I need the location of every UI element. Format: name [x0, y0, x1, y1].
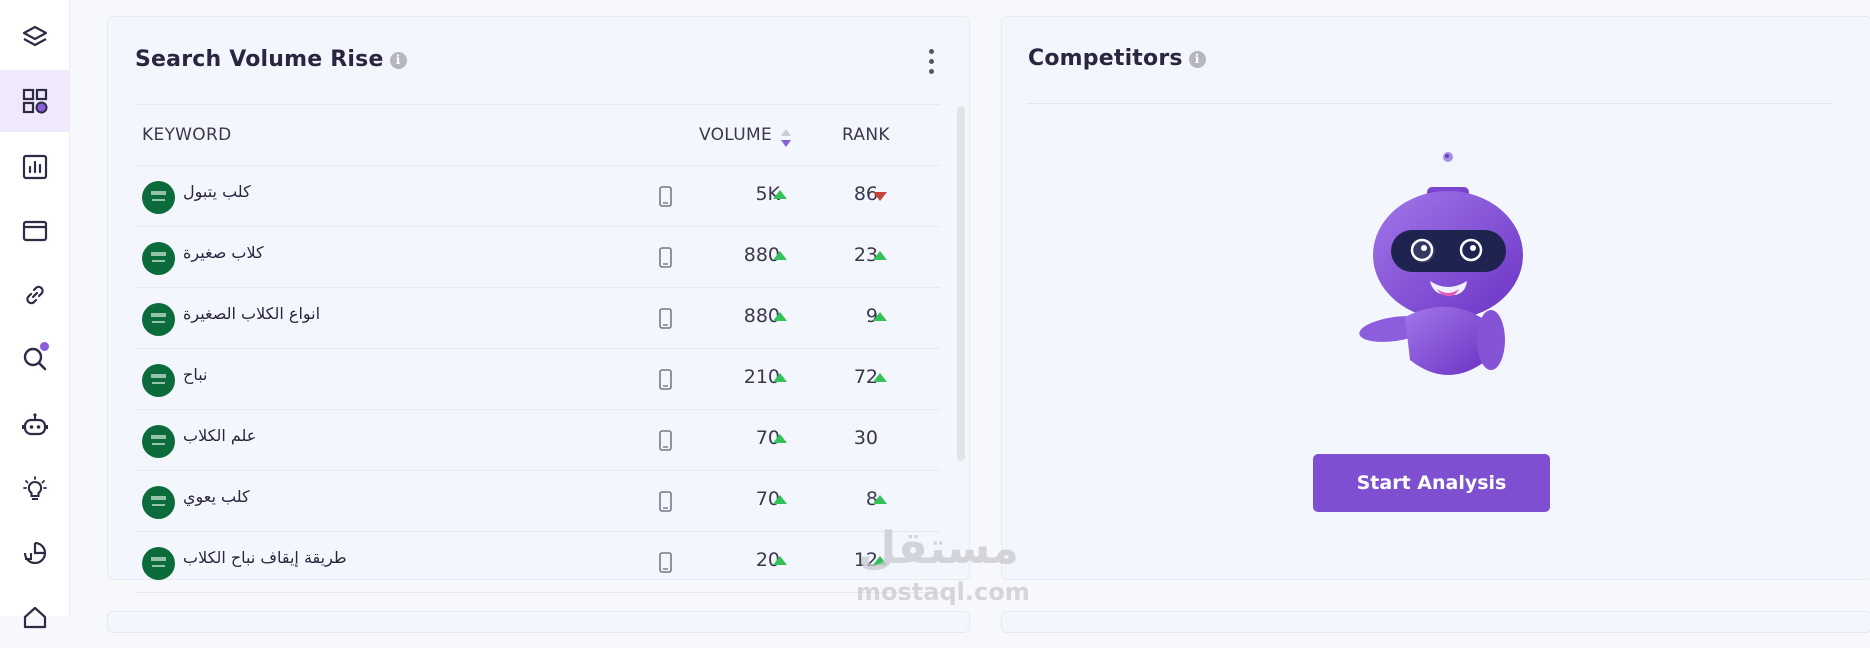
- next-card-left: [107, 611, 970, 633]
- mobile-device-icon: [659, 308, 672, 329]
- sidebar-item-ai[interactable]: [0, 394, 69, 456]
- sidebar-item-analytics[interactable]: [0, 136, 69, 198]
- keyword-text[interactable]: كلب يتبول: [183, 182, 251, 201]
- mobile-device-icon: [659, 369, 672, 390]
- search-volume-title-text: Search Volume Rise: [135, 47, 384, 72]
- search-volume-title: Search Volume Rise i: [135, 47, 407, 72]
- volume-trend-up-icon: [773, 312, 787, 321]
- competitors-divider: [1028, 103, 1833, 104]
- sidebar-item-search[interactable]: [0, 328, 69, 390]
- rank-value: 30: [853, 427, 878, 449]
- mobile-device-icon: [659, 552, 672, 573]
- saudi-flag-icon: [142, 242, 175, 275]
- start-analysis-button[interactable]: Start Analysis: [1313, 454, 1550, 512]
- rank-trend-down-icon: [873, 192, 887, 201]
- table-header: KEYWORD VOLUME RANK: [135, 104, 940, 166]
- volume-trend-up-icon: [773, 190, 787, 199]
- column-volume[interactable]: VOLUME: [699, 125, 772, 145]
- table-row[interactable]: علم الكلاب 70 30: [135, 409, 940, 471]
- mobile-device-icon: [659, 186, 672, 207]
- dashboard-icon: [22, 88, 47, 114]
- competitors-title-text: Competitors: [1028, 46, 1183, 71]
- rank-trend-up-icon: [873, 373, 887, 382]
- info-icon[interactable]: i: [1188, 50, 1206, 68]
- info-icon[interactable]: i: [389, 51, 407, 69]
- rank-trend-up-icon: [873, 495, 887, 504]
- mobile-device-icon: [659, 247, 672, 268]
- sidebar-item-ideas[interactable]: [0, 458, 69, 520]
- more-options-icon[interactable]: [921, 46, 941, 76]
- keyword-text[interactable]: انواع الكلاب الصغيرة: [183, 304, 320, 323]
- keyword-text[interactable]: علم الكلاب: [183, 426, 256, 445]
- saudi-flag-icon: [142, 303, 175, 336]
- volume-trend-up-icon: [773, 434, 787, 443]
- pie-chart-icon: [23, 541, 46, 565]
- sort-icon[interactable]: [780, 127, 792, 149]
- robot-illustration: [1359, 152, 1523, 375]
- table-row[interactable]: طريقة إيقاف نباح الكلاب 20 12: [135, 531, 940, 593]
- browser-window-icon: [22, 220, 47, 242]
- volume-trend-up-icon: [773, 556, 787, 565]
- sidebar-item-links[interactable]: [0, 264, 69, 326]
- mobile-device-icon: [659, 430, 672, 451]
- watermark-arabic: مستقل: [858, 523, 1019, 574]
- sidebar-item-reports[interactable]: [0, 522, 69, 584]
- saudi-flag-icon: [142, 181, 175, 214]
- lightbulb-icon: [22, 476, 47, 500]
- mobile-device-icon: [659, 491, 672, 512]
- volume-trend-up-icon: [773, 251, 787, 260]
- table-row[interactable]: كلب يتبول 5K 86: [135, 165, 940, 227]
- notification-dot: [40, 342, 49, 351]
- sidebar-item-dashboard[interactable]: [0, 70, 69, 132]
- rank-trend-up-icon: [873, 312, 887, 321]
- table-scrollbar[interactable]: [957, 106, 965, 461]
- sidebar: [0, 0, 70, 629]
- column-keyword[interactable]: KEYWORD: [142, 125, 231, 145]
- keyword-text[interactable]: طريقة إيقاف نباح الكلاب: [183, 548, 347, 567]
- keyword-text[interactable]: كلاب صغيرة: [183, 243, 264, 262]
- layers-icon: [22, 25, 47, 47]
- sidebar-item-layers[interactable]: [0, 6, 69, 68]
- robot-icon: [21, 413, 48, 436]
- next-card-right: [1001, 611, 1870, 633]
- saudi-flag-icon: [142, 486, 175, 519]
- competitors-title: Competitors i: [1028, 46, 1206, 71]
- table-row[interactable]: كلب يعوي 70 8: [135, 470, 940, 532]
- watermark-latin: mostaql.com: [856, 578, 1030, 606]
- volume-trend-up-icon: [773, 373, 787, 382]
- table-row[interactable]: نباح 210 72: [135, 348, 940, 410]
- sidebar-item-home[interactable]: [0, 586, 69, 648]
- saudi-flag-icon: [142, 425, 175, 458]
- rank-trend-up-icon: [873, 251, 887, 260]
- link-icon: [25, 285, 44, 305]
- volume-trend-up-icon: [773, 495, 787, 504]
- column-rank[interactable]: RANK: [842, 125, 890, 145]
- table-row[interactable]: كلاب صغيرة 880 23: [135, 226, 940, 288]
- saudi-flag-icon: [142, 547, 175, 580]
- bar-chart-icon: [22, 154, 47, 180]
- sidebar-item-pages[interactable]: [0, 200, 69, 262]
- keyword-text[interactable]: كلب يعوي: [183, 487, 250, 506]
- table-row[interactable]: انواع الكلاب الصغيرة 880 9: [135, 287, 940, 349]
- keyword-text[interactable]: نباح: [183, 365, 207, 384]
- home-icon: [23, 606, 46, 629]
- saudi-flag-icon: [142, 364, 175, 397]
